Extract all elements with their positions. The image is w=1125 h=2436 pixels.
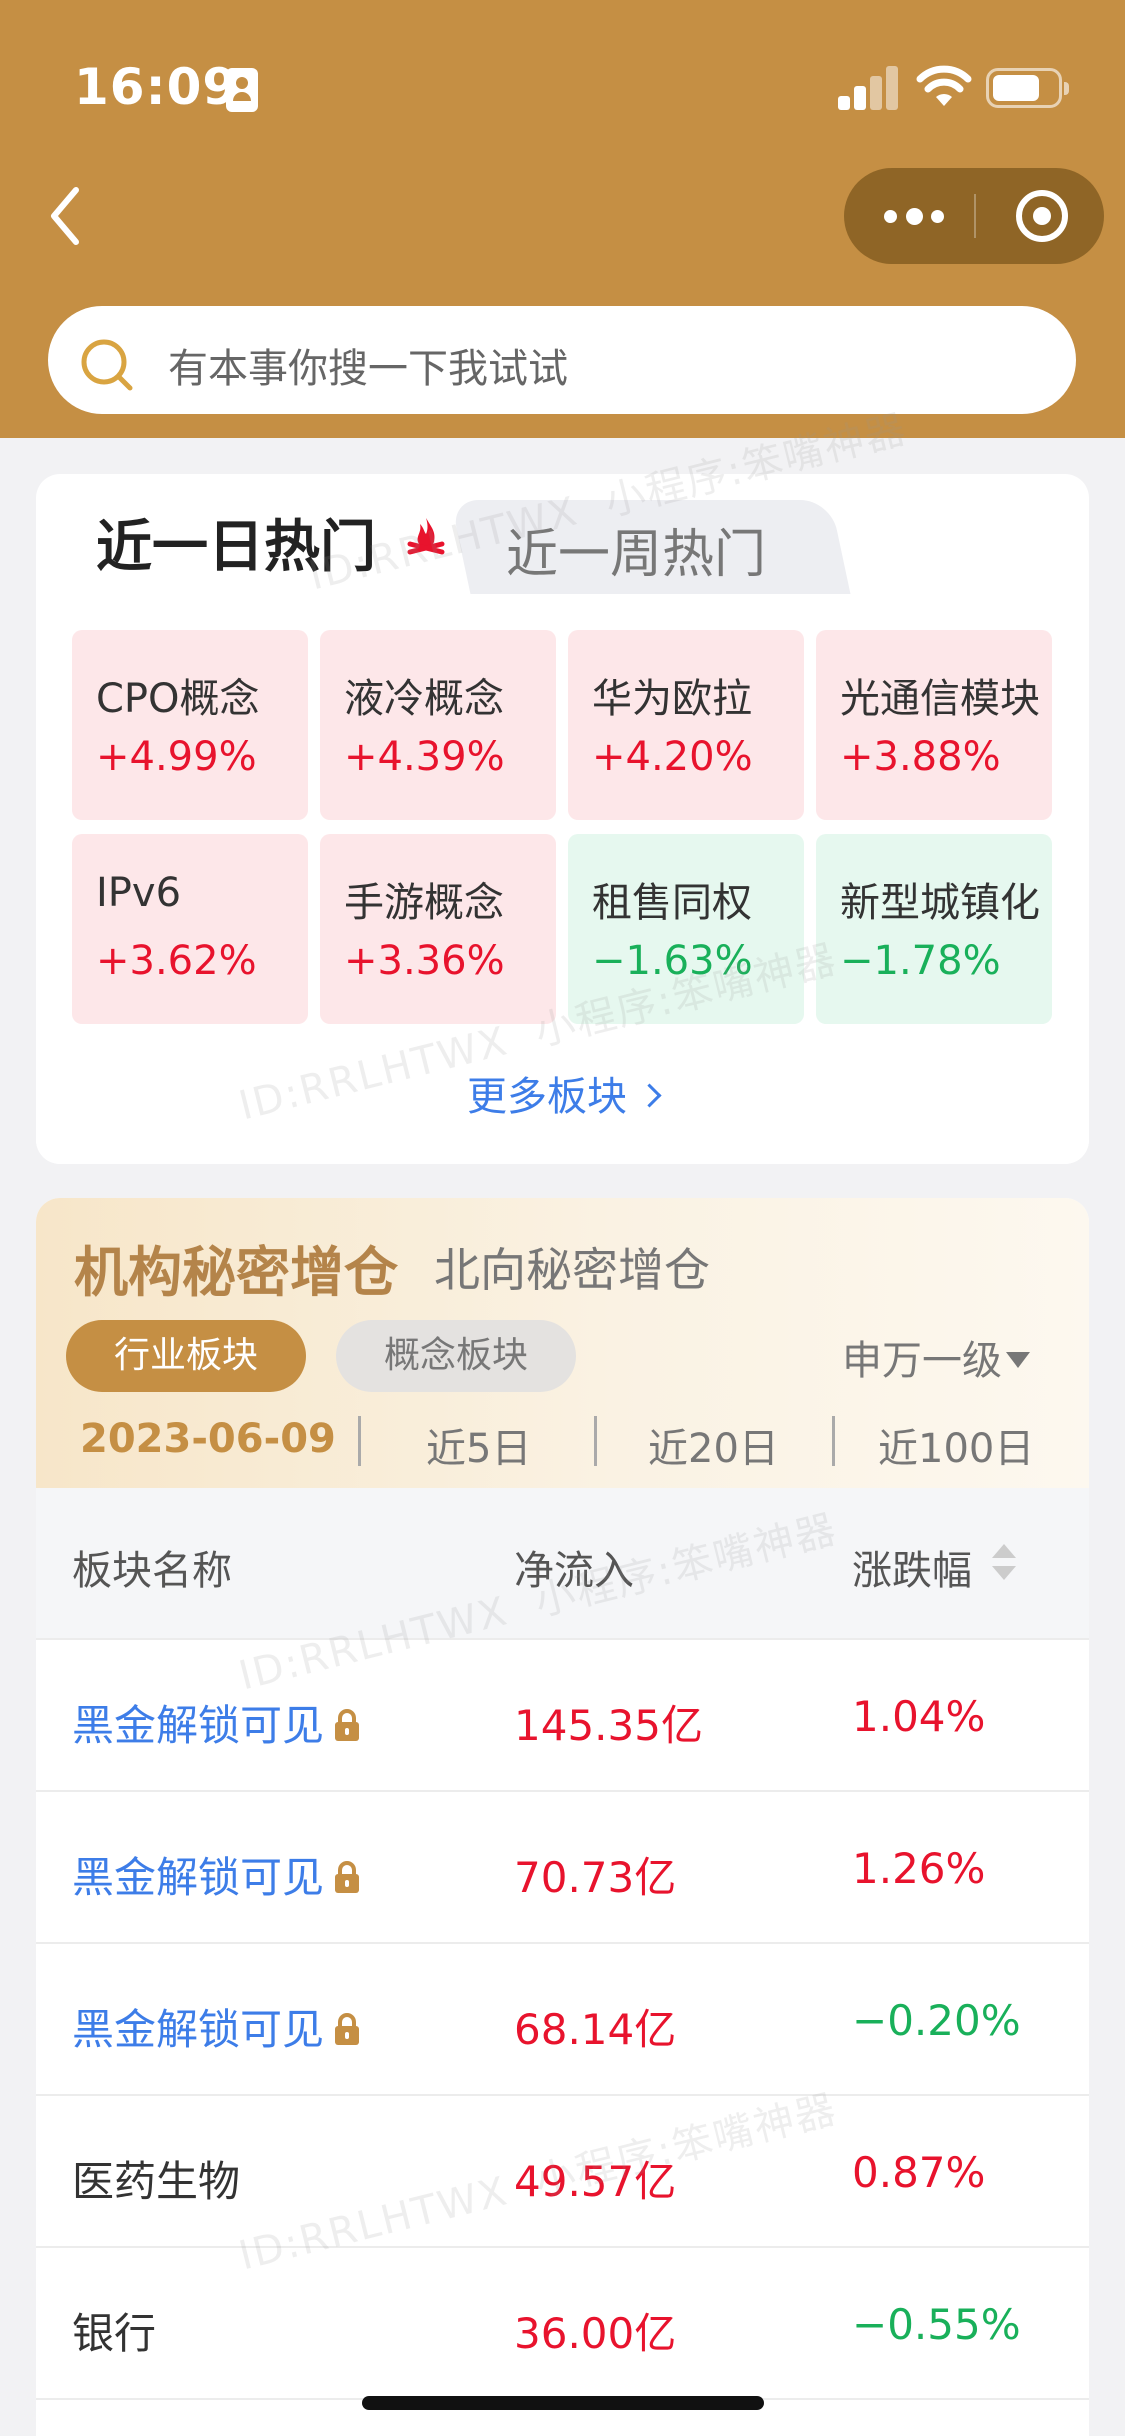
search-input[interactable]: 有本事你搜一下我试试 [48, 306, 1076, 414]
table-row[interactable]: 银行 36.00亿 −0.55% [36, 2246, 1089, 2400]
sector-tile[interactable]: 华为欧拉 +4.20% [568, 630, 804, 820]
sector-change: +4.39% [344, 734, 505, 780]
row-net-inflow: 68.14亿 [514, 2005, 677, 2054]
institution-header: 机构秘密增仓 北向秘密增仓 行业板块 概念板块 申万一级 2023-06-09 … [36, 1198, 1089, 1488]
lock-icon [335, 1861, 360, 1893]
period-100d[interactable]: 近100日 [878, 1416, 1034, 1474]
target-icon[interactable] [1016, 190, 1068, 242]
sector-change: +3.62% [96, 938, 257, 984]
period-5d[interactable]: 近5日 [426, 1416, 531, 1474]
more-sectors-link[interactable]: 更多板块 [36, 1064, 1089, 1122]
row-change: −0.20% [852, 1996, 1021, 2045]
sector-tile[interactable]: CPO概念 +4.99% [72, 630, 308, 820]
status-time: 16:09 [74, 58, 239, 116]
level-value: 申万一级 [842, 1338, 1002, 1384]
chevron-right-icon [637, 1083, 662, 1108]
more-dots-icon[interactable] [884, 200, 944, 232]
row-net-inflow: 36.00亿 [514, 2309, 677, 2358]
period-date[interactable]: 2023-06-09 [80, 1416, 336, 1462]
sector-change: −1.63% [592, 938, 753, 984]
search-placeholder: 有本事你搜一下我试试 [168, 346, 568, 392]
row-net-inflow: 145.35亿 [514, 1701, 703, 1750]
sector-name: 新型城镇化 [840, 880, 1040, 926]
capsule-divider [974, 194, 976, 238]
table-row[interactable]: 黑金解锁可见 70.73亿 1.26% [36, 1790, 1089, 1944]
sector-tile[interactable]: 租售同权 −1.63% [568, 834, 804, 1024]
wifi-icon [916, 65, 972, 106]
tab-institution[interactable]: 机构秘密增仓 [74, 1228, 398, 1307]
row-sector-cell[interactable]: 黑金解锁可见 [72, 1692, 364, 1753]
battery-icon [986, 68, 1069, 108]
row-sector-name: 银行 [72, 2309, 157, 2358]
tab-weekly-hot[interactable]: 近一周热门 [506, 512, 766, 587]
sector-change: −1.78% [840, 938, 1001, 984]
row-net-inflow: 70.73亿 [514, 1853, 677, 1902]
row-sector-name: 医药生物 [72, 2157, 241, 2206]
row-net-inflow: 49.57亿 [514, 2157, 677, 2206]
tab-daily-hot[interactable]: 近一日热门 [96, 502, 376, 583]
sector-name: CPO概念 [96, 676, 260, 722]
sector-tile[interactable]: 光通信模块 +3.88% [816, 630, 1052, 820]
period-20d[interactable]: 近20日 [648, 1416, 779, 1474]
triangle-down-icon [1006, 1352, 1030, 1368]
row-change: 0.87% [852, 2148, 986, 2197]
app-header: 16:09 有本事你搜一下我试试 [0, 0, 1125, 438]
header-net-inflow[interactable]: 净流入 [514, 1538, 634, 1596]
row-sector-cell[interactable]: 黑金解锁可见 [72, 1996, 364, 2057]
sim-card-icon [226, 68, 258, 112]
row-sector-cell[interactable]: 黑金解锁可见 [72, 1844, 364, 1905]
sort-icon[interactable] [990, 1542, 1018, 1582]
period-separator [832, 1416, 835, 1466]
header-sector-name: 板块名称 [72, 1548, 232, 1594]
table-row[interactable]: 黑金解锁可见 145.35亿 1.04% [36, 1638, 1089, 1792]
lock-icon [335, 2013, 360, 2045]
row-change: −0.55% [852, 2300, 1021, 2349]
table-row[interactable]: 医药生物 49.57亿 0.87% [36, 2094, 1089, 2248]
sector-change: +4.20% [592, 734, 753, 780]
table-row[interactable]: 黑金解锁可见 68.14亿 −0.20% [36, 1942, 1089, 2096]
header-change[interactable]: 涨跌幅 [852, 1538, 972, 1596]
sector-tile[interactable]: IPv6 +3.62% [72, 834, 308, 1024]
sector-tile[interactable]: 液冷概念 +4.39% [320, 630, 556, 820]
sector-change: +3.88% [840, 734, 1001, 780]
pill-concept[interactable]: 概念板块 [336, 1320, 576, 1392]
search-icon [81, 339, 133, 391]
signal-icon [838, 64, 900, 110]
sector-name: 租售同权 [592, 880, 752, 926]
hot-sectors-card: 近一日热门 近一周热门 CPO概念 +4.99% 液冷概念 +4.39% 华为欧… [36, 474, 1089, 1164]
table-header: 板块名称 净流入 涨跌幅 [36, 1488, 1089, 1638]
sector-name: 液冷概念 [344, 676, 504, 722]
period-separator [594, 1416, 597, 1466]
tab-northbound[interactable]: 北向秘密增仓 [434, 1234, 710, 1300]
pill-industry[interactable]: 行业板块 [66, 1320, 306, 1392]
row-change: 1.04% [852, 1692, 986, 1741]
lock-icon [335, 1709, 360, 1741]
row-sector-name: 黑金解锁可见 [72, 2005, 325, 2054]
sector-tile[interactable]: 手游概念 +3.36% [320, 834, 556, 1024]
level-dropdown[interactable]: 申万一级 [842, 1328, 1030, 1386]
sector-name: 手游概念 [344, 880, 504, 926]
row-change: 1.26% [852, 1844, 986, 1893]
home-indicator [362, 2396, 764, 2410]
sector-change: +4.99% [96, 734, 257, 780]
institution-flow-card: 机构秘密增仓 北向秘密增仓 行业板块 概念板块 申万一级 2023-06-09 … [36, 1198, 1089, 2436]
sector-name: IPv6 [96, 870, 182, 916]
period-separator [358, 1416, 361, 1466]
back-arrow-icon[interactable] [44, 180, 88, 252]
more-sectors-label: 更多板块 [467, 1074, 627, 1120]
sector-change: +3.36% [344, 938, 505, 984]
mini-program-capsule [844, 168, 1104, 264]
sector-name: 光通信模块 [840, 676, 1040, 722]
row-sector-name: 黑金解锁可见 [72, 1701, 325, 1750]
sector-tile[interactable]: 新型城镇化 −1.78% [816, 834, 1052, 1024]
row-sector-name: 黑金解锁可见 [72, 1853, 325, 1902]
fire-icon [407, 518, 445, 555]
sector-name: 华为欧拉 [592, 676, 752, 722]
